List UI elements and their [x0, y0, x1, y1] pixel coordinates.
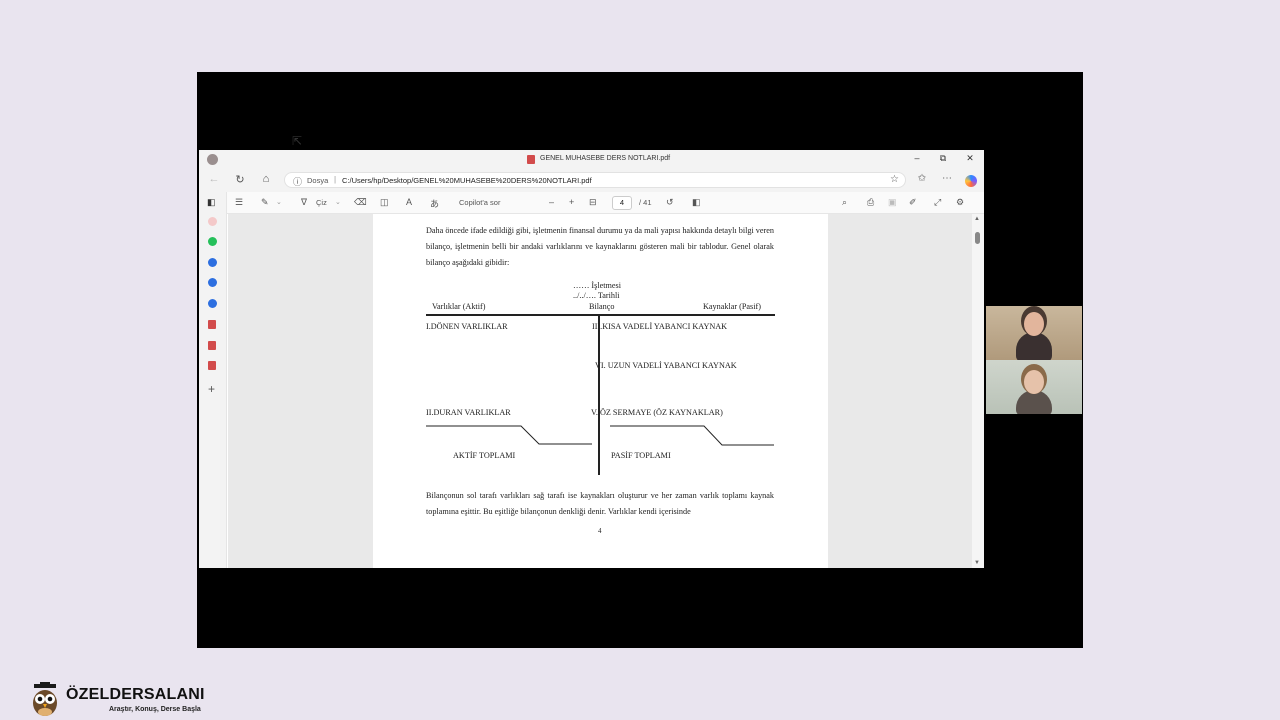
title-bar: GENEL MUHASEBE DERS NOTLARI.pdf – ⧉ ✕ [199, 150, 984, 168]
zoom-icon[interactable] [208, 299, 217, 308]
info-icon[interactable]: ⓘ [293, 175, 302, 188]
save-icon[interactable]: ▣ [888, 197, 897, 208]
copilot-ask-button[interactable]: Copilot'a sor [459, 198, 500, 207]
site-label: Dosya [307, 176, 329, 185]
address-bar: ← ↻ ⌂ ⓘ Dosya | C:/Users/hp/Desktop/GENE… [199, 168, 984, 192]
profile-avatar[interactable] [207, 154, 218, 165]
translate-icon[interactable]: あ [430, 197, 439, 210]
brand-name: ÖZELDERSALANI [66, 686, 205, 703]
brand-slogan: Araştır, Konuş, Derse Başla [109, 706, 201, 713]
contents-icon[interactable]: ☰ [235, 197, 243, 208]
copilot-icon[interactable] [965, 175, 977, 187]
zoom-icon[interactable] [208, 278, 217, 287]
participant-face [1024, 370, 1044, 394]
scrollbar[interactable]: ▲ ▼ [972, 214, 984, 568]
erase-icon[interactable]: ⌫ [354, 197, 367, 208]
refresh-icon[interactable]: ↻ [233, 173, 247, 186]
participant-body [1016, 332, 1052, 360]
page-number: 4 [598, 527, 602, 535]
scroll-up-icon[interactable]: ▲ [974, 216, 980, 222]
page-view-icon[interactable]: ◧ [692, 197, 701, 208]
page-number-input[interactable]: 4 [612, 196, 632, 210]
zoom-in-button[interactable]: + [569, 197, 574, 207]
pdf-tab-icon[interactable] [208, 361, 216, 370]
search-icon[interactable]: ⌕ [842, 197, 847, 208]
draw-chevron-icon[interactable]: ⌄ [335, 198, 341, 206]
sidebar-app-icon[interactable] [208, 217, 217, 226]
draw-icon[interactable]: ∇ [301, 197, 307, 208]
save-as-icon[interactable]: ✐ [909, 197, 917, 208]
scroll-down-icon[interactable]: ▼ [974, 560, 980, 566]
highlight-chevron-icon[interactable]: ⌄ [276, 198, 282, 206]
print-icon[interactable]: ⎙ [867, 197, 874, 208]
fit-page-icon[interactable]: ⊟ [589, 197, 597, 208]
draw-label[interactable]: Çiz [316, 198, 327, 207]
settings-gear-icon[interactable]: ⚙ [956, 197, 964, 208]
url-separator: | [334, 175, 337, 184]
participant-video-1[interactable] [986, 306, 1082, 360]
pdf-tab-icon[interactable] [208, 320, 216, 329]
url-text[interactable]: C:/Users/hp/Desktop/GENEL%20MUHASEBE%20D… [342, 176, 592, 185]
more-options-icon[interactable]: ⋯ [940, 173, 954, 184]
home-icon[interactable]: ⌂ [259, 173, 273, 185]
zoom-out-button[interactable]: – [549, 197, 554, 207]
pdf-page: Daha öncede ifade edildiği gibi, işletme… [373, 214, 828, 568]
page-total: / 41 [639, 198, 652, 207]
pdf-tab-icon[interactable] [208, 341, 216, 350]
minimize-button[interactable]: – [911, 153, 923, 163]
favorites-icon[interactable]: ✩ [915, 173, 929, 184]
fullscreen-icon[interactable]: ⤢ [934, 197, 941, 208]
url-field[interactable]: ⓘ Dosya | C:/Users/hp/Desktop/GENEL%20MU… [284, 172, 906, 188]
scroll-thumb[interactable] [975, 232, 980, 244]
restore-button[interactable]: ⧉ [937, 153, 949, 164]
total-liabilities-label: PASİF TOPLAMI [611, 451, 671, 460]
total-assets-label: AKTİF TOPLAMI [453, 451, 516, 460]
mouse-cursor-icon: ⇱ [292, 134, 303, 148]
participant-face [1024, 312, 1044, 336]
pdf-file-icon [527, 155, 535, 164]
participant-video-2[interactable] [986, 360, 1082, 414]
read-aloud-icon[interactable]: A [406, 197, 412, 207]
add-icon[interactable]: + [208, 382, 215, 396]
browser-window: GENEL MUHASEBE DERS NOTLARI.pdf – ⧉ ✕ ← … [199, 150, 984, 568]
sidebar-toggle-icon[interactable]: ◧ [207, 197, 216, 208]
closing-paragraph: Bilançonun sol tarafı varlıkları sağ tar… [426, 491, 774, 516]
browser-sidebar: ◧ + [199, 192, 227, 568]
owl-logo-icon [33, 682, 57, 716]
tab-title: GENEL MUHASEBE DERS NOTLARI.pdf [540, 155, 671, 162]
zoom-icon[interactable] [208, 258, 217, 267]
pdf-toolbar: ☰ ✎ ⌄ ∇ Çiz ⌄ ⌫ ◫ A あ Copilot'a sor – + … [199, 192, 984, 214]
rotate-icon[interactable]: ↺ [666, 197, 674, 208]
add-text-icon[interactable]: ◫ [380, 197, 389, 208]
close-button[interactable]: ✕ [964, 153, 976, 164]
whatsapp-icon[interactable] [208, 237, 217, 246]
back-arrow-icon[interactable]: ← [207, 173, 221, 185]
favorite-star-icon[interactable]: ☆ [890, 174, 899, 185]
pdf-viewer[interactable]: Daha öncede ifade edildiği gibi, işletme… [228, 214, 972, 568]
highlight-icon[interactable]: ✎ [261, 197, 269, 208]
